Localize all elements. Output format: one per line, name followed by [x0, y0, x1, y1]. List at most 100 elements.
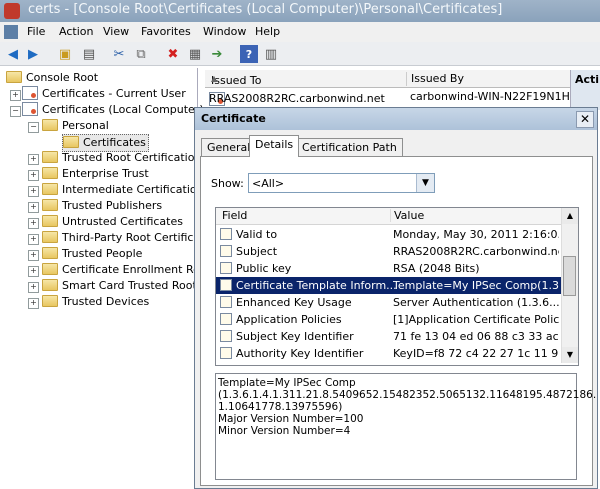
menu-action[interactable]: Action [59, 25, 93, 38]
menu-help[interactable]: Help [255, 25, 280, 38]
expand-icon[interactable]: + [28, 186, 39, 197]
tree-item-smart-card-roots[interactable]: Smart Card Trusted Roots [42, 278, 203, 294]
tree-item-untrusted[interactable]: Untrusted Certificates [42, 214, 183, 230]
field-name: Public key [236, 262, 292, 275]
expand-icon[interactable]: + [28, 170, 39, 181]
scroll-thumb[interactable] [563, 256, 576, 296]
expand-icon[interactable]: + [28, 218, 39, 229]
back-icon[interactable]: ◀ [4, 45, 22, 63]
tree-item-local-computer[interactable]: Certificates (Local Computer) [22, 102, 204, 118]
scroll-up-icon[interactable]: ▲ [562, 208, 578, 224]
tree-item-current-user[interactable]: Certificates - Current User [22, 86, 186, 102]
table-row[interactable]: RRAS2008R2RC.carbonwind.net carbonwind-W… [205, 88, 600, 106]
table-row[interactable]: Certificate Template Inform... Template=M… [216, 277, 562, 294]
window-title-bar[interactable]: certs - [Console Root\Certificates (Loca… [0, 0, 600, 22]
show-dropdown[interactable]: <All> ▼ [248, 173, 435, 193]
toolbar: ◀ ▶ ▣ ▤ ✂ ⧉ ✖ ▦ ➔ ? ▥ [0, 42, 600, 66]
field-icon [220, 330, 232, 342]
menu-favorites[interactable]: Favorites [141, 25, 191, 38]
table-row[interactable]: Public key RSA (2048 Bits) [216, 260, 562, 277]
table-row[interactable]: Valid to Monday, May 30, 2011 2:16:0... [216, 226, 562, 243]
action-pane-icon[interactable]: ▥ [262, 45, 280, 63]
expand-icon[interactable]: + [28, 250, 39, 261]
tree-item-trusted-root[interactable]: Trusted Root Certification [42, 150, 201, 166]
export-icon[interactable]: ➔ [208, 45, 226, 63]
up-folder-icon[interactable]: ▣ [56, 45, 74, 63]
properties-icon[interactable]: ▦ [186, 45, 204, 63]
actions-pane: Acti [570, 70, 600, 110]
field-icon [220, 296, 232, 308]
table-row[interactable]: Application Policies [1]Application Certi… [216, 311, 562, 328]
collapse-icon[interactable]: − [10, 106, 21, 117]
field-icon [220, 245, 232, 257]
tree-item-trusted-people[interactable]: Trusted People [42, 246, 142, 262]
tree-item-intermediate[interactable]: Intermediate Certification [42, 182, 204, 198]
tree-item-trusted-publishers[interactable]: Trusted Publishers [42, 198, 162, 214]
field-cell: Subject [220, 243, 277, 260]
tree-item-label: Certificates (Local Computer) [42, 103, 204, 116]
column-header-value[interactable]: Value [390, 209, 424, 222]
tree-item-trusted-devices[interactable]: Trusted Devices [42, 294, 149, 310]
cut-icon[interactable]: ✂ [110, 45, 128, 63]
expand-icon[interactable]: + [28, 266, 39, 277]
tree-item-label: Certificates [83, 136, 146, 149]
tree-item-label: Enterprise Trust [62, 167, 149, 180]
delete-icon[interactable]: ✖ [164, 45, 182, 63]
tree-item-console-root[interactable]: Console Root [6, 70, 98, 86]
folder-icon [42, 231, 58, 243]
collapse-icon[interactable]: − [28, 122, 39, 133]
field-value-grid: Field Value Valid to Monday, May 30, 2011… [215, 207, 579, 366]
tree-item-label: Console Root [26, 71, 99, 84]
field-icon [220, 279, 232, 291]
show-hide-tree-icon[interactable]: ▤ [80, 45, 98, 63]
tree-item-label: Trusted Root Certification [62, 151, 202, 164]
tree-item-label: Smart Card Trusted Roots [62, 279, 203, 292]
column-header-issued-by[interactable]: Issued By [406, 72, 464, 86]
tab-certification-path[interactable]: Certification Path [296, 138, 403, 156]
table-row[interactable]: Authority Key Identifier KeyID=f8 72 c4 2… [216, 345, 562, 362]
scroll-down-icon[interactable]: ▼ [562, 347, 578, 363]
expand-icon[interactable]: + [28, 234, 39, 245]
expand-icon[interactable]: + [28, 154, 39, 165]
field-icon [220, 347, 232, 359]
console-menu-icon[interactable] [4, 25, 18, 39]
field-detail-text[interactable]: Template=My IPSec Comp (1.3.6.1.4.1.311.… [215, 373, 597, 480]
expand-icon[interactable]: + [10, 90, 21, 101]
menu-bar: File Action View Favorites Window Help [0, 22, 600, 42]
folder-icon [42, 295, 58, 307]
menu-view[interactable]: View [103, 25, 129, 38]
tree-item-third-party-root[interactable]: Third-Party Root Certificat [42, 230, 205, 246]
chevron-down-icon[interactable]: ▼ [416, 174, 434, 192]
menu-file[interactable]: File [27, 25, 45, 38]
folder-icon [42, 151, 58, 163]
copy-icon[interactable]: ⧉ [132, 45, 150, 63]
expand-icon[interactable]: + [28, 282, 39, 293]
column-header-field[interactable]: Field [222, 209, 247, 222]
close-icon[interactable]: ✕ [576, 111, 594, 128]
value-cell: RRAS2008R2RC.carbonwind.net [393, 245, 559, 258]
menu-window[interactable]: Window [203, 25, 246, 38]
table-row[interactable]: Enhanced Key Usage Server Authentication … [216, 294, 562, 311]
vertical-scrollbar[interactable]: ▲ ▼ [561, 208, 578, 363]
actions-header: Acti [575, 73, 600, 86]
tree-item-enrollment-requests[interactable]: Certificate Enrollment Requ [42, 262, 214, 278]
help-icon[interactable]: ? [240, 45, 258, 63]
dialog-title-bar[interactable]: Certificate ✕ [195, 108, 597, 130]
tree-item-personal[interactable]: Personal [42, 118, 109, 134]
expand-icon[interactable]: + [28, 202, 39, 213]
folder-icon [42, 199, 58, 211]
value-cell: 71 fe 13 04 ed 06 88 c3 33 ac ... [393, 330, 559, 343]
detail-line: (1.3.6.1.4.1.311.21.8.5409652.15482352.5… [218, 389, 597, 401]
show-label: Show: [211, 177, 244, 190]
expand-icon[interactable]: + [28, 298, 39, 309]
field-icon [220, 228, 232, 240]
table-row[interactable]: Subject RRAS2008R2RC.carbonwind.net [216, 243, 562, 260]
tree-item-label: Certificate Enrollment Requ [62, 263, 214, 276]
table-row[interactable]: Subject Key Identifier 71 fe 13 04 ed 06 … [216, 328, 562, 345]
tree-item-enterprise-trust[interactable]: Enterprise Trust [42, 166, 149, 182]
forward-icon[interactable]: ▶ [24, 45, 42, 63]
tab-details[interactable]: Details [249, 135, 300, 157]
detail-line: Template=My IPSec Comp [218, 377, 356, 389]
field-name: Subject [236, 245, 278, 258]
issued-by-cell: carbonwind-WIN-N22F19N1H07 [410, 90, 584, 103]
